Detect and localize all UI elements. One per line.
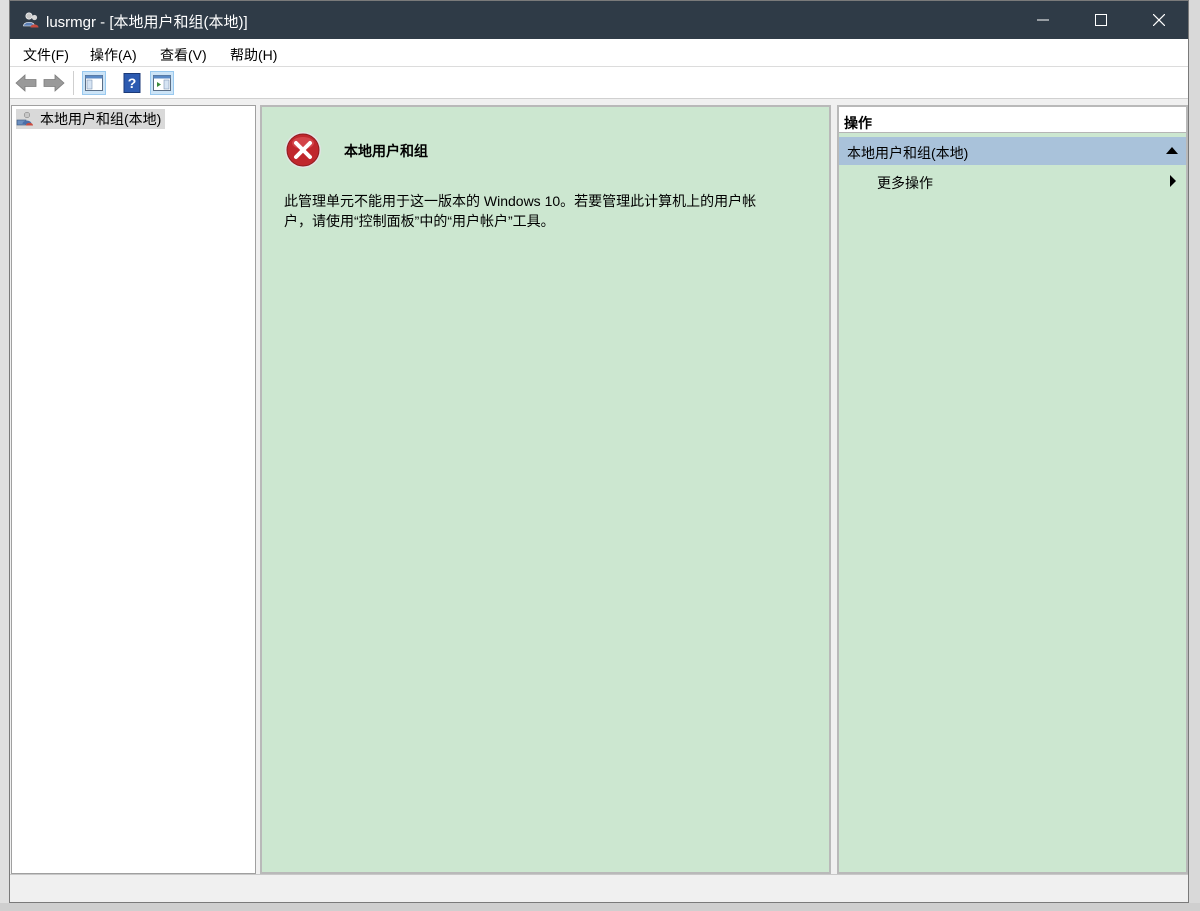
menu-help[interactable]: 帮助(H): [230, 45, 277, 65]
forward-button[interactable]: [42, 71, 66, 95]
error-icon: [285, 132, 321, 168]
result-pane: 本地用户和组 此管理单元不能用于这一版本的 Windows 10。若要管理此计算…: [260, 105, 831, 874]
users-groups-app-icon: [23, 12, 39, 28]
menu-action[interactable]: 操作(A): [90, 45, 137, 65]
tree-node-local-users-groups[interactable]: 本地用户和组(本地): [16, 109, 166, 129]
maximize-button[interactable]: [1072, 1, 1130, 39]
back-arrow-icon: [15, 74, 37, 92]
menu-view[interactable]: 查看(V): [160, 45, 207, 65]
back-button[interactable]: [14, 71, 38, 95]
title-bar[interactable]: lusrmgr - [本地用户和组(本地)]: [10, 1, 1188, 39]
actions-pane-header: 操作: [839, 107, 1186, 133]
computer-users-icon: [16, 111, 33, 126]
status-bar: [10, 874, 1188, 902]
help-button[interactable]: ?: [120, 71, 144, 95]
help-icon: ?: [123, 73, 141, 93]
error-message: 此管理单元不能用于这一版本的 Windows 10。若要管理此计算机上的用户帐户…: [284, 193, 757, 229]
close-button[interactable]: [1130, 1, 1188, 39]
forward-arrow-icon: [43, 74, 65, 92]
show-hide-action-pane-icon: [153, 75, 171, 91]
show-hide-console-tree-icon: [85, 75, 103, 91]
background-right: [1189, 0, 1200, 911]
show-hide-action-pane-button[interactable]: [150, 71, 174, 95]
window-title: lusrmgr - [本地用户和组(本地)]: [46, 14, 248, 31]
background-left: [0, 0, 9, 911]
actions-pane: 操作 本地用户和组(本地) 更多操作: [837, 105, 1188, 874]
collapse-arrow-icon[interactable]: [1166, 147, 1178, 154]
menu-bar: 文件(F) 操作(A) 查看(V) 帮助(H): [10, 39, 1188, 67]
tree-node-label: 本地用户和组(本地): [40, 111, 162, 127]
background-bottom: [0, 903, 1200, 911]
toolbar: ?: [10, 67, 1188, 99]
close-icon: [1153, 14, 1165, 26]
minimize-button[interactable]: [1014, 1, 1072, 39]
menu-file[interactable]: 文件(F): [23, 45, 69, 65]
submenu-arrow-icon[interactable]: [1170, 175, 1176, 187]
more-actions-item[interactable]: 更多操作: [877, 173, 933, 193]
console-tree-pane[interactable]: 本地用户和组(本地): [11, 105, 256, 874]
actions-group-label: 本地用户和组(本地): [847, 145, 969, 161]
minimize-icon: [1037, 19, 1049, 21]
mmc-window: lusrmgr - [本地用户和组(本地)] 文件(F) 操作(A) 查看(V)…: [9, 0, 1189, 903]
maximize-icon: [1095, 14, 1107, 26]
toolbar-separator: [73, 71, 74, 95]
result-pane-title: 本地用户和组: [344, 143, 428, 159]
svg-text:?: ?: [128, 75, 137, 91]
actions-group-local-users-groups[interactable]: 本地用户和组(本地): [839, 137, 1186, 165]
show-hide-console-tree-button[interactable]: [82, 71, 106, 95]
